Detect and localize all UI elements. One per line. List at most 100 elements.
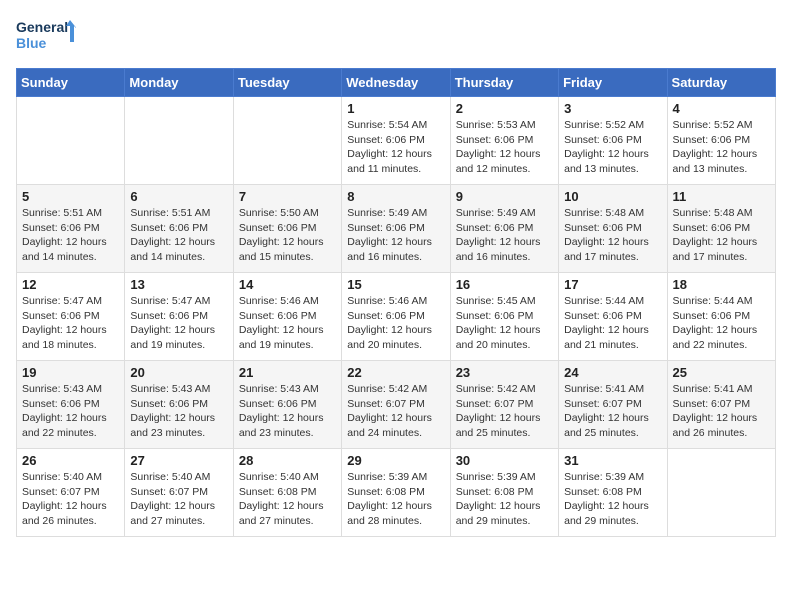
day-number: 10 <box>564 189 661 204</box>
day-number: 27 <box>130 453 227 468</box>
calendar-cell <box>667 449 775 537</box>
day-number: 13 <box>130 277 227 292</box>
day-info: Sunrise: 5:41 AM Sunset: 6:07 PM Dayligh… <box>564 382 661 441</box>
week-row-4: 19 Sunrise: 5:43 AM Sunset: 6:06 PM Dayli… <box>17 361 776 449</box>
calendar-cell: 28 Sunrise: 5:40 AM Sunset: 6:08 PM Dayli… <box>233 449 341 537</box>
weekday-header-row: SundayMondayTuesdayWednesdayThursdayFrid… <box>17 69 776 97</box>
week-row-2: 5 Sunrise: 5:51 AM Sunset: 6:06 PM Daylig… <box>17 185 776 273</box>
svg-text:Blue: Blue <box>16 35 47 51</box>
day-info: Sunrise: 5:48 AM Sunset: 6:06 PM Dayligh… <box>673 206 770 265</box>
day-number: 2 <box>456 101 553 116</box>
day-number: 25 <box>673 365 770 380</box>
weekday-header-thursday: Thursday <box>450 69 558 97</box>
calendar-cell: 12 Sunrise: 5:47 AM Sunset: 6:06 PM Dayli… <box>17 273 125 361</box>
day-number: 12 <box>22 277 119 292</box>
calendar-cell: 17 Sunrise: 5:44 AM Sunset: 6:06 PM Dayli… <box>559 273 667 361</box>
day-number: 4 <box>673 101 770 116</box>
calendar-cell <box>17 97 125 185</box>
calendar-cell: 7 Sunrise: 5:50 AM Sunset: 6:06 PM Daylig… <box>233 185 341 273</box>
calendar-cell: 22 Sunrise: 5:42 AM Sunset: 6:07 PM Dayli… <box>342 361 450 449</box>
calendar-cell: 5 Sunrise: 5:51 AM Sunset: 6:06 PM Daylig… <box>17 185 125 273</box>
calendar-cell: 14 Sunrise: 5:46 AM Sunset: 6:06 PM Dayli… <box>233 273 341 361</box>
day-number: 29 <box>347 453 444 468</box>
day-info: Sunrise: 5:40 AM Sunset: 6:08 PM Dayligh… <box>239 470 336 529</box>
day-number: 17 <box>564 277 661 292</box>
day-number: 8 <box>347 189 444 204</box>
calendar-cell: 9Sunrise: 5:49 AM Sunset: 6:06 PM Daylig… <box>450 185 558 273</box>
day-info: Sunrise: 5:39 AM Sunset: 6:08 PM Dayligh… <box>347 470 444 529</box>
calendar-cell: 10 Sunrise: 5:48 AM Sunset: 6:06 PM Dayli… <box>559 185 667 273</box>
day-number: 19 <box>22 365 119 380</box>
day-number: 1 <box>347 101 444 116</box>
day-number: 21 <box>239 365 336 380</box>
day-info: Sunrise: 5:49 AM Sunset: 6:06 PM Dayligh… <box>456 206 553 265</box>
day-info: Sunrise: 5:44 AM Sunset: 6:06 PM Dayligh… <box>673 294 770 353</box>
weekday-header-saturday: Saturday <box>667 69 775 97</box>
logo-svg: General Blue <box>16 16 76 58</box>
day-number: 24 <box>564 365 661 380</box>
day-info: Sunrise: 5:47 AM Sunset: 6:06 PM Dayligh… <box>130 294 227 353</box>
day-number: 28 <box>239 453 336 468</box>
day-number: 30 <box>456 453 553 468</box>
week-row-3: 12 Sunrise: 5:47 AM Sunset: 6:06 PM Dayli… <box>17 273 776 361</box>
day-info: Sunrise: 5:53 AM Sunset: 6:06 PM Dayligh… <box>456 118 553 177</box>
calendar-cell: 27 Sunrise: 5:40 AM Sunset: 6:07 PM Dayli… <box>125 449 233 537</box>
day-info: Sunrise: 5:43 AM Sunset: 6:06 PM Dayligh… <box>130 382 227 441</box>
day-info: Sunrise: 5:47 AM Sunset: 6:06 PM Dayligh… <box>22 294 119 353</box>
day-number: 11 <box>673 189 770 204</box>
day-info: Sunrise: 5:39 AM Sunset: 6:08 PM Dayligh… <box>564 470 661 529</box>
calendar-cell: 21Sunrise: 5:43 AM Sunset: 6:06 PM Dayli… <box>233 361 341 449</box>
day-info: Sunrise: 5:48 AM Sunset: 6:06 PM Dayligh… <box>564 206 661 265</box>
logo: General Blue <box>16 16 76 58</box>
day-number: 5 <box>22 189 119 204</box>
calendar-cell: 30 Sunrise: 5:39 AM Sunset: 6:08 PM Dayli… <box>450 449 558 537</box>
weekday-header-tuesday: Tuesday <box>233 69 341 97</box>
day-number: 3 <box>564 101 661 116</box>
day-number: 20 <box>130 365 227 380</box>
day-info: Sunrise: 5:54 AM Sunset: 6:06 PM Dayligh… <box>347 118 444 177</box>
calendar-cell: 13 Sunrise: 5:47 AM Sunset: 6:06 PM Dayli… <box>125 273 233 361</box>
calendar-cell: 20 Sunrise: 5:43 AM Sunset: 6:06 PM Dayli… <box>125 361 233 449</box>
calendar-cell: 18 Sunrise: 5:44 AM Sunset: 6:06 PM Dayli… <box>667 273 775 361</box>
day-info: Sunrise: 5:52 AM Sunset: 6:06 PM Dayligh… <box>673 118 770 177</box>
calendar-cell: 29 Sunrise: 5:39 AM Sunset: 6:08 PM Dayli… <box>342 449 450 537</box>
week-row-5: 26Sunrise: 5:40 AM Sunset: 6:07 PM Dayli… <box>17 449 776 537</box>
day-info: Sunrise: 5:46 AM Sunset: 6:06 PM Dayligh… <box>347 294 444 353</box>
weekday-header-wednesday: Wednesday <box>342 69 450 97</box>
day-number: 18 <box>673 277 770 292</box>
day-number: 14 <box>239 277 336 292</box>
calendar-cell <box>125 97 233 185</box>
calendar-cell: 24 Sunrise: 5:41 AM Sunset: 6:07 PM Dayli… <box>559 361 667 449</box>
calendar-cell: 1 Sunrise: 5:54 AM Sunset: 6:06 PM Daylig… <box>342 97 450 185</box>
day-info: Sunrise: 5:49 AM Sunset: 6:06 PM Dayligh… <box>347 206 444 265</box>
calendar-cell: 3Sunrise: 5:52 AM Sunset: 6:06 PM Daylig… <box>559 97 667 185</box>
day-info: Sunrise: 5:51 AM Sunset: 6:06 PM Dayligh… <box>22 206 119 265</box>
calendar-cell: 25Sunrise: 5:41 AM Sunset: 6:07 PM Dayli… <box>667 361 775 449</box>
day-info: Sunrise: 5:46 AM Sunset: 6:06 PM Dayligh… <box>239 294 336 353</box>
calendar-cell: 6 Sunrise: 5:51 AM Sunset: 6:06 PM Daylig… <box>125 185 233 273</box>
calendar-cell: 15 Sunrise: 5:46 AM Sunset: 6:06 PM Dayli… <box>342 273 450 361</box>
calendar-table: SundayMondayTuesdayWednesdayThursdayFrid… <box>16 68 776 537</box>
calendar-cell: 2 Sunrise: 5:53 AM Sunset: 6:06 PM Daylig… <box>450 97 558 185</box>
day-info: Sunrise: 5:40 AM Sunset: 6:07 PM Dayligh… <box>130 470 227 529</box>
day-info: Sunrise: 5:42 AM Sunset: 6:07 PM Dayligh… <box>456 382 553 441</box>
day-number: 22 <box>347 365 444 380</box>
weekday-header-sunday: Sunday <box>17 69 125 97</box>
day-number: 31 <box>564 453 661 468</box>
week-row-1: 1 Sunrise: 5:54 AM Sunset: 6:06 PM Daylig… <box>17 97 776 185</box>
day-info: Sunrise: 5:51 AM Sunset: 6:06 PM Dayligh… <box>130 206 227 265</box>
day-number: 15 <box>347 277 444 292</box>
day-number: 7 <box>239 189 336 204</box>
day-info: Sunrise: 5:45 AM Sunset: 6:06 PM Dayligh… <box>456 294 553 353</box>
day-info: Sunrise: 5:44 AM Sunset: 6:06 PM Dayligh… <box>564 294 661 353</box>
day-info: Sunrise: 5:43 AM Sunset: 6:06 PM Dayligh… <box>22 382 119 441</box>
calendar-cell: 4 Sunrise: 5:52 AM Sunset: 6:06 PM Daylig… <box>667 97 775 185</box>
day-info: Sunrise: 5:42 AM Sunset: 6:07 PM Dayligh… <box>347 382 444 441</box>
day-info: Sunrise: 5:50 AM Sunset: 6:06 PM Dayligh… <box>239 206 336 265</box>
day-number: 16 <box>456 277 553 292</box>
day-number: 6 <box>130 189 227 204</box>
svg-text:General: General <box>16 19 68 35</box>
day-info: Sunrise: 5:39 AM Sunset: 6:08 PM Dayligh… <box>456 470 553 529</box>
calendar-cell: 8 Sunrise: 5:49 AM Sunset: 6:06 PM Daylig… <box>342 185 450 273</box>
calendar-cell: 26Sunrise: 5:40 AM Sunset: 6:07 PM Dayli… <box>17 449 125 537</box>
